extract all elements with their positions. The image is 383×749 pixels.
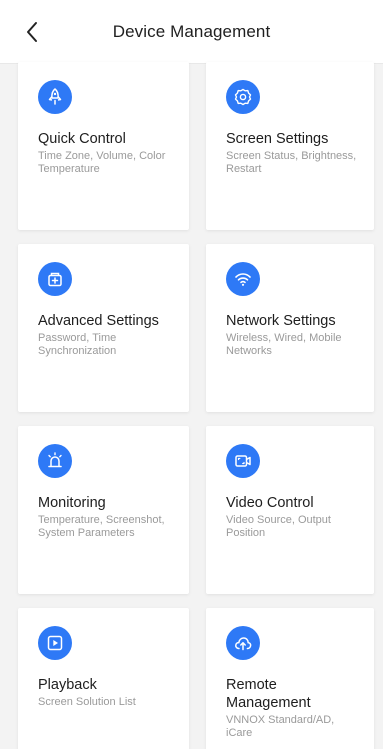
card-title: Network Settings — [226, 313, 336, 329]
card-title: Playback — [38, 677, 97, 693]
card-title: Advanced Settings — [38, 313, 159, 329]
playback-icon — [38, 626, 72, 660]
card-description: VNNOX Standard/AD, iCare — [226, 714, 335, 739]
cloud-upload-icon — [226, 626, 260, 660]
alarm-light-icon — [38, 444, 72, 478]
wifi-icon — [226, 262, 260, 296]
card-title: Screen Settings — [226, 131, 329, 147]
card-advanced-settings[interactable]: Advanced Settings Password, Time Synchro… — [18, 244, 189, 412]
card-title: Remote Management — [226, 677, 311, 711]
card-title: Quick Control — [38, 131, 126, 147]
card-monitoring[interactable]: Monitoring Temperature, Screenshot, Syst… — [18, 426, 189, 594]
card-playback[interactable]: Playback Screen Solution List — [18, 608, 189, 749]
card-description: Wireless, Wired, Mobile Networks — [226, 332, 342, 357]
gear-icon — [226, 80, 260, 114]
card-description: Password, Time Synchronization — [38, 332, 117, 357]
card-screen-settings[interactable]: Screen Settings Screen Status, Brightnes… — [206, 62, 374, 230]
card-description: Screen Solution List — [38, 696, 136, 708]
card-description: Video Source, Output Position — [226, 514, 331, 539]
card-description: Temperature, Screenshot, System Paramete… — [38, 514, 165, 539]
device-management-screen: Device Management Quick Control Time Zon… — [0, 0, 383, 749]
card-quick-control[interactable]: Quick Control Time Zone, Volume, Color T… — [18, 62, 189, 230]
menu-grid: Quick Control Time Zone, Volume, Color T… — [18, 62, 374, 749]
advanced-settings-icon — [38, 262, 72, 296]
rocket-icon — [38, 80, 72, 114]
page-title: Device Management — [112, 22, 271, 41]
card-title: Video Control — [226, 495, 314, 511]
video-control-icon — [226, 444, 260, 478]
card-title: Monitoring — [38, 495, 106, 511]
card-remote-management[interactable]: Remote Management VNNOX Standard/AD, iCa… — [206, 608, 374, 749]
card-description: Time Zone, Volume, Color Temperature — [38, 150, 166, 175]
card-description: Screen Status, Brightness, Restart — [226, 150, 357, 175]
header-bar: Device Management — [0, 0, 383, 64]
card-video-control[interactable]: Video Control Video Source, Output Posit… — [206, 426, 374, 594]
card-network-settings[interactable]: Network Settings Wireless, Wired, Mobile… — [206, 244, 374, 412]
